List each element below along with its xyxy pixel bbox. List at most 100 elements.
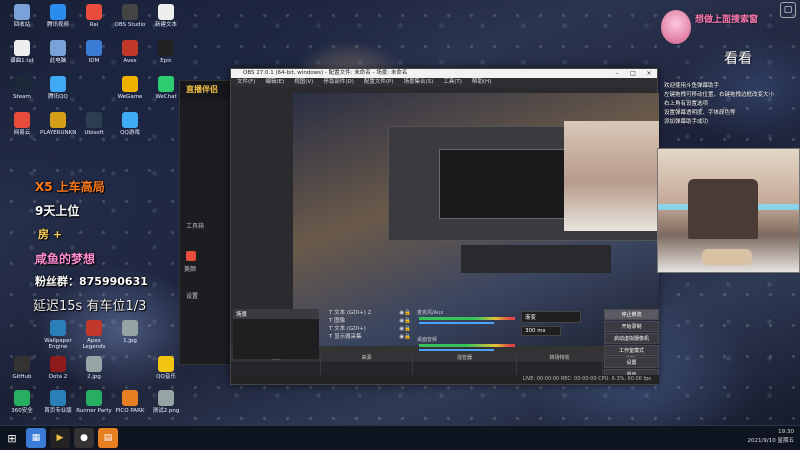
source-item[interactable]: T 文本 (GDI+) 2 ◉🔒 xyxy=(329,309,411,317)
chat-line: 设置弹幕透明度、字体颜色等 xyxy=(664,110,736,116)
control-button[interactable]: 工作室模式 xyxy=(604,345,659,356)
visibility-icon[interactable]: ◉🔒 xyxy=(399,309,411,317)
desktop-icon[interactable]: 首页专业版 xyxy=(40,390,76,420)
desktop-icon[interactable]: Ubisoft xyxy=(76,112,112,142)
app-icon xyxy=(50,76,66,92)
desktop-icon-label: 360安全 xyxy=(11,408,33,414)
source-item[interactable]: T 显示器采集 ◉🔒 xyxy=(329,333,411,341)
desktop-icon[interactable]: Runner Party xyxy=(76,390,112,420)
app-icon xyxy=(14,40,30,56)
app-icon xyxy=(158,390,174,406)
close-overlay-icon[interactable]: ▢ xyxy=(780,2,796,18)
desktop-icon[interactable]: Steam xyxy=(4,76,40,106)
clock-date: 2021/9/10 星期五 xyxy=(747,438,794,444)
desktop-icon-label: OBS Studio xyxy=(114,22,146,28)
preview-webcam xyxy=(564,121,659,231)
desktop-icon[interactable]: WeGame xyxy=(112,76,148,106)
control-button[interactable]: 开始录制 xyxy=(604,321,659,332)
mixer-desktop-label: 桌面音频 xyxy=(417,337,438,343)
desktop-icon-label: 腾讯QQ xyxy=(48,94,68,100)
desktop-icon[interactable]: 2.jpg xyxy=(76,356,112,386)
desktop-icon-label: 首页专业版 xyxy=(44,408,72,414)
menu-item[interactable]: 视图(V) xyxy=(294,78,313,87)
desktop-icon[interactable]: 新建文本 xyxy=(148,4,184,34)
menu-item[interactable]: 文件(F) xyxy=(237,78,255,87)
start-icon[interactable]: ⊞ xyxy=(0,426,24,450)
mixer-mic-slider[interactable] xyxy=(419,322,494,324)
app-icon xyxy=(50,320,66,336)
desktop-icon[interactable]: Epic xyxy=(148,40,184,70)
control-button[interactable]: 设置 xyxy=(604,357,659,368)
taskbar-clock[interactable]: 19:30 2021/9/10 星期五 xyxy=(748,428,794,446)
visibility-icon[interactable]: ◉🔒 xyxy=(399,317,411,325)
desktop-icon[interactable]: 此电脑 xyxy=(40,40,76,70)
taskbar-obs-icon[interactable]: ● xyxy=(74,428,94,448)
app-icon xyxy=(86,4,102,20)
app-icon xyxy=(122,320,138,336)
taskbar-companion-icon[interactable]: ▶ xyxy=(50,428,70,448)
scene-item[interactable]: 场景 xyxy=(233,309,319,319)
menu-item[interactable]: 停靠部件(D) xyxy=(323,78,354,87)
webcam-skirt xyxy=(688,179,758,239)
desktop-icon[interactable]: IDM xyxy=(76,40,112,70)
desktop-icon-label: 回收站 xyxy=(13,22,31,28)
transition-select[interactable]: 渐变 xyxy=(521,311,581,323)
close-icon[interactable]: × xyxy=(641,69,657,78)
app-icon xyxy=(122,112,138,128)
side-item-tools[interactable]: 工具箱 xyxy=(186,221,204,230)
menu-item[interactable]: 场景集合(S) xyxy=(403,78,433,87)
app-icon xyxy=(158,4,174,20)
visibility-icon[interactable]: ◉🔒 xyxy=(399,325,411,333)
desktop-icon[interactable]: 腾讯QQ xyxy=(40,76,76,106)
overlay-line4: 咸鱼的梦想 xyxy=(35,252,96,266)
desktop-icon[interactable]: 腾讯视频 xyxy=(40,4,76,34)
desktop-icon[interactable]: 回收站 xyxy=(4,4,40,34)
overlay-line1: X5 上车高局 xyxy=(35,180,105,194)
side-item-beauty[interactable]: 美颜 xyxy=(184,264,196,273)
maximize-icon[interactable]: □ xyxy=(625,69,641,78)
desktop-icon[interactable]: Rai xyxy=(76,4,112,34)
desktop-icon[interactable]: 网易云 xyxy=(4,112,40,142)
visibility-icon[interactable]: ◉🔒 xyxy=(399,333,411,341)
desktop-icon-label: 此电脑 xyxy=(49,58,67,64)
app-icon xyxy=(14,356,30,372)
source-item[interactable]: T 文本 (GDI+) ◉🔒 xyxy=(329,325,411,333)
obs-titlebar[interactable]: OBS 27.0.1 (64-bit, windows) - 配置文件: 未命名… xyxy=(231,69,657,78)
app-icon xyxy=(158,76,174,92)
desktop-icon-label: 2.jpg xyxy=(87,374,101,380)
control-button[interactable]: 停止推流 xyxy=(604,309,659,320)
companion-side-panel: 直播伴侣 工具箱 美颜 设置 xyxy=(179,80,231,365)
taskbar-folder-icon[interactable]: ▤ xyxy=(98,428,118,448)
transition-panel: 渐变 300 ms xyxy=(521,311,603,336)
desktop-icon[interactable]: 1.jpg xyxy=(112,320,148,350)
mixer-desktop-slider[interactable] xyxy=(419,349,494,351)
desktop-icon[interactable]: Wallpaper Engine xyxy=(40,320,76,350)
menu-item[interactable]: 配置文件(P) xyxy=(364,78,394,87)
menu-item[interactable]: 编辑(E) xyxy=(265,78,284,87)
desktop-icon[interactable]: Avex xyxy=(112,40,148,70)
desktop-icon[interactable]: 谱曲1.txt xyxy=(4,40,40,70)
desktop-icon[interactable]: Apex Legends xyxy=(76,320,112,350)
side-item-settings[interactable]: 设置 xyxy=(186,291,198,300)
minimize-icon[interactable]: – xyxy=(609,69,625,78)
desktop-icon[interactable]: PLAYERUNKNOWN xyxy=(40,112,76,142)
desktop-icon[interactable]: Dota 2 xyxy=(40,356,76,386)
scene-list: 场景 xyxy=(233,309,319,359)
beauty-icon[interactable] xyxy=(186,251,196,261)
desktop-icon[interactable]: 360安全 xyxy=(4,390,40,420)
desktop-icon[interactable]: QQ游戏 xyxy=(112,112,148,142)
overlay-line6: 延迟15s 有车位1/3 xyxy=(33,299,147,314)
source-item[interactable]: T 图像 ◉🔒 xyxy=(329,317,411,325)
desktop-icon[interactable]: 测试2.png xyxy=(148,390,184,420)
transition-duration[interactable]: 300 ms xyxy=(521,326,561,336)
menu-item[interactable]: 工具(T) xyxy=(443,78,462,87)
app-icon xyxy=(86,40,102,56)
app-icon xyxy=(86,356,102,372)
desktop-icon[interactable]: OBS Studio xyxy=(112,4,148,34)
control-button[interactable]: 启动虚拟摄像机 xyxy=(604,333,659,344)
app-icon xyxy=(14,390,30,406)
desktop-icon[interactable]: PICO PARK xyxy=(112,390,148,420)
taskbar-app-icon[interactable]: ▦ xyxy=(26,428,46,448)
menu-item[interactable]: 帮助(H) xyxy=(472,78,491,87)
desktop-icon[interactable]: GitHub xyxy=(4,356,40,386)
